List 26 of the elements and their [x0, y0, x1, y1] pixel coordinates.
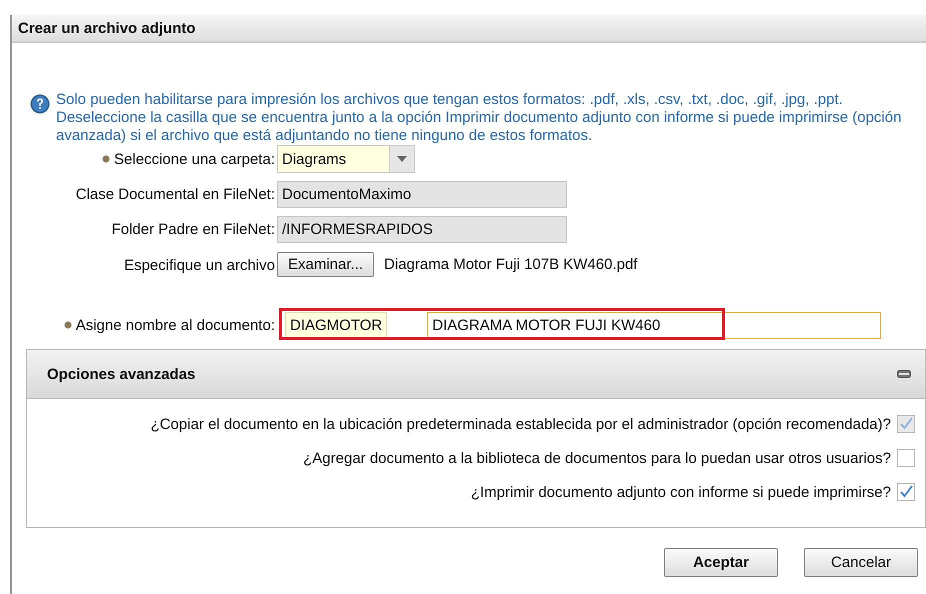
checkbox[interactable] [897, 449, 915, 467]
readonly-field[interactable]: DocumentoMaximo [277, 181, 567, 208]
window-title: Crear un archivo adjunto [18, 20, 196, 36]
code-field[interactable]: DIAGMOTOR [285, 312, 388, 338]
field-label: Clase Documental en FileNet: [76, 186, 275, 203]
browse-button[interactable]: Examinar... [277, 252, 374, 277]
name-field[interactable]: DIAGRAMA MOTOR FUJI KW460 [427, 312, 882, 338]
folder-select[interactable]: Diagrams [277, 145, 415, 173]
file-name: Diagrama Motor Fuji 107B KW460.pdf [384, 256, 638, 273]
field-label: Especifique un archivo [124, 257, 275, 274]
field-label: Seleccione una carpeta: [114, 150, 275, 168]
checkbox[interactable] [897, 483, 915, 501]
caret-icon [397, 156, 407, 162]
panel-header[interactable]: Opciones avanzadas [27, 350, 925, 399]
readonly-field[interactable]: /INFORMESRAPIDOS [277, 216, 567, 243]
option-label: ¿Copiar el documento en la ubicación predeterminada establecida por el administrador (opción recomendada)? [150, 416, 891, 432]
field-label: Asigne nombre al documento: [76, 316, 275, 334]
option-label: ¿Imprimir documento adjunto con informe si puede imprimirse? [470, 484, 891, 500]
info-text: Solo pueden habilitarse para impresión los archivos que tengan estos formatos: .pdf, .xls, .csv, .txt, .doc, .gif, .jpg, .ppt. Deseleccione la casilla que se encuentra junto a la opción Imprimir documento adjunto con informe si puede imprimirse (opción avanzada) si el archivo que está adjuntando no tiene ninguno de estos formatos. [56, 91, 902, 145]
cancel-button[interactable]: Cancelar [804, 548, 918, 577]
panel-title: Opciones avanzadas [47, 366, 196, 382]
help-icon [30, 94, 50, 114]
field-label: Folder Padre en FileNet: [112, 221, 275, 238]
collapse-icon[interactable] [897, 370, 911, 378]
accept-button[interactable]: Aceptar [664, 548, 778, 577]
option-label: ¿Agregar documento a la biblioteca de documentos para lo puedan usar otros usuarios? [303, 450, 891, 466]
